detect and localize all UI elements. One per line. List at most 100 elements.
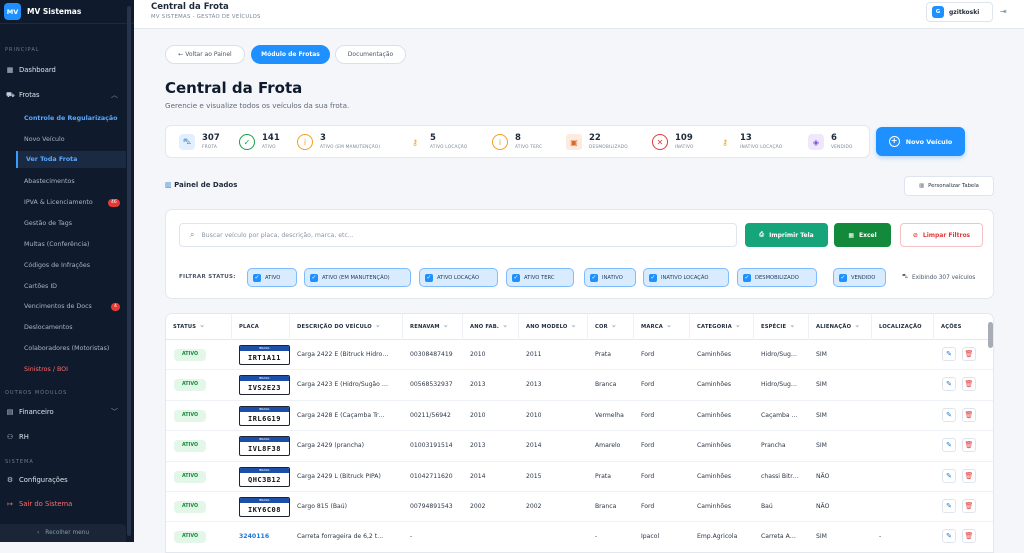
filter-chip-desmobilizado[interactable]: ✓ DESMOBILIZADO (737, 268, 817, 287)
car-icon: ⛍ (902, 274, 908, 280)
filter-icon[interactable]: ⏷ (200, 324, 204, 330)
sidebar-item-sinistros[interactable]: Sinistros / BOI (24, 366, 68, 373)
table-row[interactable]: ATIVO BRASIL IVS2E23 Carga 2423 E (Hidro/Su… (166, 370, 993, 401)
sidebar-item-controle[interactable]: Controle de Regularização (24, 115, 117, 122)
edit-icon[interactable]: ✎ (942, 407, 956, 422)
filter-chip-ativo-terc[interactable]: ✓ ATIVO TERC (506, 268, 574, 287)
tab-modulo-frotas[interactable]: Módulo de Frotas (251, 45, 330, 64)
key-icon: ⚷ (412, 137, 418, 147)
nav-financeiro[interactable]: ▤ Financeiro (6, 408, 54, 416)
table-row[interactable]: ATIVO BRASIL IKY6C08 Cargo 815 (Baú) 0079489… (166, 492, 993, 523)
cell-cor: Branca (595, 503, 617, 510)
filter-icon[interactable]: ⏷ (790, 324, 794, 330)
sidebar-item-abastecimentos[interactable]: Abastecimentos (24, 178, 75, 185)
trash-icon[interactable]: 🗑 (962, 529, 976, 544)
customize-table-button[interactable]: ▥ Personalizar Tabela (904, 176, 994, 196)
back-to-panel-button[interactable]: ← Voltar ao Painel (165, 45, 245, 64)
excel-button[interactable]: ▦ Excel (834, 223, 891, 247)
nav-configuracoes[interactable]: ⚙ Configurações (6, 476, 68, 484)
trash-icon[interactable]: 🗑 (962, 377, 976, 392)
cell-fab: 2010 (470, 351, 486, 358)
chip-label: ATIVO (EM MANUTENÇÃO) (322, 274, 390, 281)
trash-icon[interactable]: 🗑 (962, 468, 976, 483)
filter-icon[interactable]: ⏷ (612, 324, 616, 330)
chevron-down-icon[interactable]: ﹀ (111, 407, 118, 417)
edit-icon[interactable]: ✎ (942, 499, 956, 513)
trash-icon[interactable]: 🗑 (962, 438, 976, 453)
sidebar-item-codigos[interactable]: Códigos de Infrações (24, 262, 90, 269)
filter-icon[interactable]: ⏷ (855, 324, 859, 330)
plate-link[interactable]: 3240116 (239, 522, 269, 552)
sidebar-item-novo-veiculo[interactable]: Novo Veículo (24, 136, 65, 143)
nav-dashboard[interactable]: ▦ Dashboard (6, 66, 56, 74)
table-row[interactable]: ATIVO BRASIL IVL8F38 Carga 2429 (prancha) 01… (166, 431, 993, 462)
filter-chip-inativo-locacao[interactable]: ✓ INATIVO LOCAÇÃO (643, 268, 729, 287)
sidebar-item-vencimentos[interactable]: Vencimentos de Docs (24, 303, 92, 310)
print-button[interactable]: ⎙ Imprimir Tela (745, 223, 828, 247)
logout-icon[interactable]: ⇥ (1000, 7, 1007, 16)
th-descricao[interactable]: DESCRIÇÃO DO VEÍCULO ⏷ (290, 314, 403, 340)
filter-icon[interactable]: ⏷ (667, 324, 671, 330)
chevron-up-icon[interactable]: ︿ (111, 90, 118, 100)
th-marca[interactable]: MARCA ⏷ (634, 314, 690, 340)
filter-icon[interactable]: ⏷ (376, 324, 380, 330)
nav-sair[interactable]: ↦ Sair do Sistema (6, 500, 72, 508)
new-vehicle-button[interactable]: + Novo Veículo (876, 127, 965, 156)
sidebar-item-deslocamentos[interactable]: Deslocamentos (24, 324, 73, 331)
table-row[interactable]: ATIVO BRASIL IRT1A11 Carga 2422 E (Bitruck … (166, 340, 993, 371)
user-menu[interactable]: G gzitkoski (926, 2, 993, 22)
users-icon: ⚇ (6, 433, 14, 441)
th-especie[interactable]: ESPÉCIE ⏷ (754, 314, 809, 340)
th-status[interactable]: STATUS ⏷ (166, 314, 232, 340)
nav-rh[interactable]: ⚇ RH (6, 433, 29, 441)
th-placa[interactable]: PLACA (232, 314, 290, 340)
cell-alienacao: SIM (816, 442, 827, 450)
search-input[interactable]: ⌕ Buscar veículo por placa, descrição, m… (179, 223, 737, 247)
edit-icon[interactable]: ✎ (942, 468, 956, 483)
trash-icon[interactable]: 🗑 (962, 407, 976, 422)
showing-count: ⛍ Exibindo 307 veículos (902, 274, 975, 281)
tab-documentacao[interactable]: Documentação (335, 45, 406, 64)
filter-icon[interactable]: ⏷ (503, 324, 507, 330)
filter-chip-ativo[interactable]: ✓ ATIVO (247, 268, 297, 287)
th-cor[interactable]: COR ⏷ (588, 314, 634, 340)
sidebar-item-colaboradores[interactable]: Colaboradores (Motoristas) (24, 345, 109, 352)
edit-icon[interactable]: ✎ (942, 529, 956, 544)
key-icon: ⚷ (722, 137, 728, 147)
table-row[interactable]: ATIVO BRASIL QHC3B12 Carga 2429 L (Bitruck … (166, 462, 993, 492)
table-row[interactable]: ATIVO 3240116 Carreta forrageira de 6,2 t…… (166, 522, 993, 552)
sidebar-scrollbar[interactable] (127, 6, 131, 536)
collapse-menu-button[interactable]: ‹ Recolher menu (0, 524, 126, 542)
th-categoria[interactable]: CATEGORIA ⏷ (690, 314, 754, 340)
cell-especie: Caçamba … (761, 411, 798, 419)
filter-chip-ativo-locacao[interactable]: ✓ ATIVO LOCAÇÃO (419, 268, 498, 287)
sidebar-item-ipva[interactable]: IPVA & Licenciamento (24, 199, 93, 206)
plate-number: IVL8F38 (247, 445, 281, 454)
stat-label: INATIVO LOCAÇÃO (740, 145, 783, 150)
trash-icon[interactable]: 🗑 (962, 499, 976, 513)
th-ano-modelo[interactable]: ANO MODELO ⏷ (519, 314, 588, 340)
th-renavam[interactable]: RENAVAM ⏷ (403, 314, 463, 340)
edit-icon[interactable]: ✎ (942, 438, 956, 453)
clear-filters-button[interactable]: ⊘ Limpar Filtros (900, 223, 983, 247)
filter-chip-inativo[interactable]: ✓ INATIVO (584, 268, 636, 287)
th-localizacao[interactable]: LOCALIZAÇÃO (872, 314, 934, 340)
filter-chip-vendido[interactable]: ✓ VENDIDO (833, 268, 886, 287)
excel-label: Excel (859, 231, 877, 239)
table-row[interactable]: ATIVO BRASIL IRL6G19 Carga 2428 E (Caçamba … (166, 401, 993, 432)
filter-icon[interactable]: ⏷ (572, 324, 576, 330)
sidebar-item-ver-toda-frota[interactable]: Ver Toda Frota (16, 151, 126, 168)
sidebar-item-tags[interactable]: Gestão de Tags (24, 220, 72, 227)
filter-chip-ativo-manutencao[interactable]: ✓ ATIVO (EM MANUTENÇÃO) (304, 268, 411, 287)
sidebar-item-cartoes[interactable]: Cartões ID (24, 283, 57, 290)
brand[interactable]: MV MV Sistemas (0, 0, 134, 24)
th-alienacao[interactable]: ALIENAÇÃO ⏷ (809, 314, 872, 340)
edit-icon[interactable]: ✎ (942, 347, 956, 361)
nav-frotas[interactable]: ⛟ Frotas (6, 91, 40, 99)
trash-icon[interactable]: 🗑 (962, 347, 976, 361)
th-ano-fab[interactable]: ANO FAB. ⏷ (463, 314, 519, 340)
edit-icon[interactable]: ✎ (942, 377, 956, 392)
filter-icon[interactable]: ⏷ (736, 324, 740, 330)
sidebar-item-multas[interactable]: Multas (Conferência) (24, 241, 89, 248)
filter-icon[interactable]: ⏷ (444, 324, 448, 330)
